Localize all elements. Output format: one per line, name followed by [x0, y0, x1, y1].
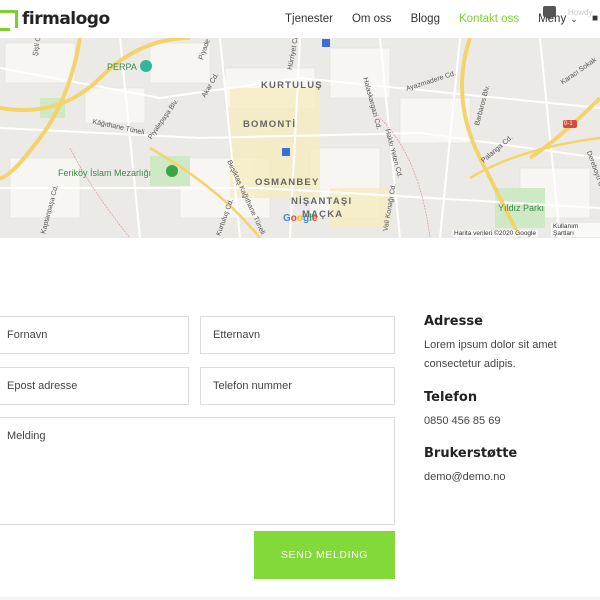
address-title: Adresse	[424, 314, 483, 329]
map-district-bomonti: BOMONTİ	[243, 119, 297, 130]
map-poi-ferikoy: Feriköy İslam Mezarlığı	[58, 168, 152, 178]
map-road-badge: 0-1	[564, 121, 573, 127]
cart-icon[interactable]: ■	[592, 13, 598, 24]
ghost-text: Howdy	[568, 8, 593, 17]
address-text: Lorem ipsum dolor sit amet consectetur a…	[424, 339, 557, 370]
site-header: firmalogo Tjenester Om oss Blogg Kontakt…	[0, 0, 600, 38]
phone-field[interactable]	[200, 367, 395, 405]
map-terms-link[interactable]: Kullanım Şartları	[551, 223, 600, 237]
logo[interactable]: firmalogo	[0, 7, 110, 31]
chat-icon[interactable]	[543, 6, 556, 20]
last-name-field[interactable]	[200, 316, 395, 354]
google-logo: Google	[283, 213, 318, 224]
map-attribution: Harita verileri ©2020 Google	[452, 230, 539, 237]
map-district-osmanbey: OSMANBEY	[255, 177, 320, 188]
send-message-button[interactable]: SEND MELDING	[254, 531, 395, 579]
map-district-kurtulus: KURTULUŞ	[261, 80, 323, 91]
map-district-nisantasi: NİŞANTAŞI	[291, 196, 353, 207]
nav-item-blogg[interactable]: Blogg	[411, 13, 440, 25]
map[interactable]: KURTULUŞ BOMONTİ OSMANBEY NİŞANTAŞI MAÇK…	[0, 38, 600, 238]
support-email[interactable]: demo@demo.no	[424, 468, 594, 487]
first-name-field[interactable]	[0, 316, 189, 354]
phone-title: Telefon	[424, 390, 478, 405]
nav-item-tjenester[interactable]: Tjenester	[285, 13, 333, 25]
logo-icon	[0, 10, 18, 31]
message-field[interactable]	[0, 417, 395, 525]
map-poi-yildiz-parki: Yıldız Parkı	[498, 203, 545, 213]
support-title: Brukerstøtte	[424, 446, 518, 461]
nav-item-kontakt-oss[interactable]: Kontakt oss	[459, 13, 519, 25]
logo-text: firmalogo	[22, 9, 110, 29]
page: firmalogo Tjenester Om oss Blogg Kontakt…	[0, 0, 600, 600]
nav-item-om-oss[interactable]: Om oss	[352, 13, 392, 25]
phone-text: 0850 456 85 69	[424, 415, 501, 427]
main-nav: Tjenester Om oss Blogg Kontakt oss Meny …	[285, 0, 578, 38]
map-poi-perpa: PERPA	[107, 62, 137, 72]
email-field[interactable]	[0, 367, 189, 405]
